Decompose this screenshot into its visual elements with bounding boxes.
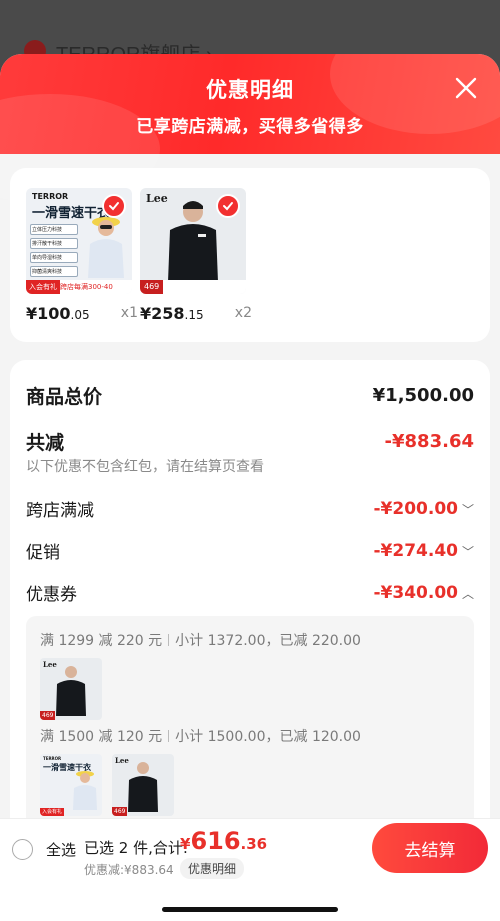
model-figure-icon [56,666,86,716]
promo-text: 跨店每满300-40 [60,283,113,291]
model-figure-icon [73,771,97,810]
product-thumbnail: TERROR 一滑雪速干衣 立体压力科技 排汗散干科技 单向导湿科技 抑菌清爽科… [26,188,132,294]
product-item[interactable]: Lee 469 ¥258.15 x2 [140,188,252,323]
total-amount: ¥616.36 [180,827,268,855]
total-reduce-row: 共减 -¥883.64 [26,428,474,455]
discount-line-promotion[interactable]: 促销 -¥274.40 ﹀ [26,538,474,564]
checkout-button[interactable]: 去结算 [372,823,488,873]
total-price-row: 商品总价 ¥1,500.00 [26,382,474,409]
promo-tag: 入会有礼 [26,280,60,294]
product-quantity: x1 [120,305,138,321]
total-reduce-value: -¥883.64 [384,431,474,452]
selected-check-icon[interactable] [216,194,240,218]
model-figure-icon [128,762,158,812]
discount-note: 以下优惠不包含红包，请在结算页查看 [26,459,264,475]
selected-count: 已选 2 件,合计: [84,839,188,857]
discount-line-label: 促销 [26,543,60,563]
coupon-tier-text: 满 1500 减 120 元小计 1500.00，已减 120.00 [40,729,361,745]
discount-line-coupon[interactable]: 优惠券 -¥340.00 ︿ [26,580,474,606]
brand-logo: TERROR [32,192,69,201]
close-icon[interactable] [452,74,480,102]
feature-list: 立体压力科技 排汗散干科技 单向导湿科技 抑菌清爽科技 [30,224,78,277]
select-all-label[interactable]: 全选 [46,839,76,860]
product-price: ¥258.15 [140,304,204,323]
tier-product-thumbnail: Lee 469 [112,754,174,816]
product-price: ¥100.05 [26,304,90,323]
sheet-header: 优惠明细 已享跨店满减，买得多省得多 [0,54,500,204]
discount-line-label: 跨店满减 [26,501,94,521]
sheet-title: 优惠明细 [206,78,294,102]
chevron-down-icon: ﹀ [461,502,474,517]
chevron-up-icon: ︿ [461,586,474,601]
home-indicator [162,907,338,912]
discount-line-cross-store[interactable]: 跨店满减 -¥200.00 ﹀ [26,496,474,522]
discount-amount: 优惠减:¥883.64 [84,863,174,877]
discount-detail-button[interactable]: 优惠明细 [180,858,245,879]
discount-summary-card: 商品总价 ¥1,500.00 共减 -¥883.64 以下优惠不包含红包，请在结… [10,360,490,880]
checkout-bar: 全选 已选 2 件,合计: ¥616.36 优惠减:¥883.64 优惠明细 去… [0,818,500,921]
discount-line-label: 优惠券 [26,585,77,605]
tier-product-thumbnail: TERROR 一滑雪速干衣 入会有礼 [40,754,102,816]
product-list-card: TERROR 一滑雪速干衣 立体压力科技 排汗散干科技 单向导湿科技 抑菌清爽科… [10,168,490,342]
sheet-subtitle: 已享跨店满减，买得多省得多 [136,117,364,137]
promo-tag: 469 [140,280,164,294]
model-figure-icon [168,201,218,282]
selected-check-icon[interactable] [102,194,126,218]
chevron-down-icon: ﹀ [461,544,474,559]
model-figure-icon [88,217,124,278]
select-all-radio[interactable] [12,839,33,860]
tier-product-thumbnail: Lee 469 [40,658,102,720]
discount-line-value: -¥200.00 ﹀ [373,498,474,519]
coupon-tier-text: 满 1299 减 220 元小计 1372.00，已减 220.00 [40,633,361,649]
total-reduce-label: 共减 [26,432,65,454]
total-price-value: ¥1,500.00 [372,385,474,406]
discount-detail-sheet: 优惠明细 已享跨店满减，买得多省得多 TERROR 一滑雪速干衣 立体压力科技 … [0,54,500,921]
total-price-label: 商品总价 [26,386,103,408]
product-thumbnail: Lee 469 [140,188,246,294]
discount-line-value: -¥340.00 ︿ [373,582,474,603]
product-quantity: x2 [234,305,252,321]
product-item[interactable]: TERROR 一滑雪速干衣 立体压力科技 排汗散干科技 单向导湿科技 抑菌清爽科… [26,188,138,323]
discount-line-value: -¥274.40 ﹀ [373,540,474,561]
